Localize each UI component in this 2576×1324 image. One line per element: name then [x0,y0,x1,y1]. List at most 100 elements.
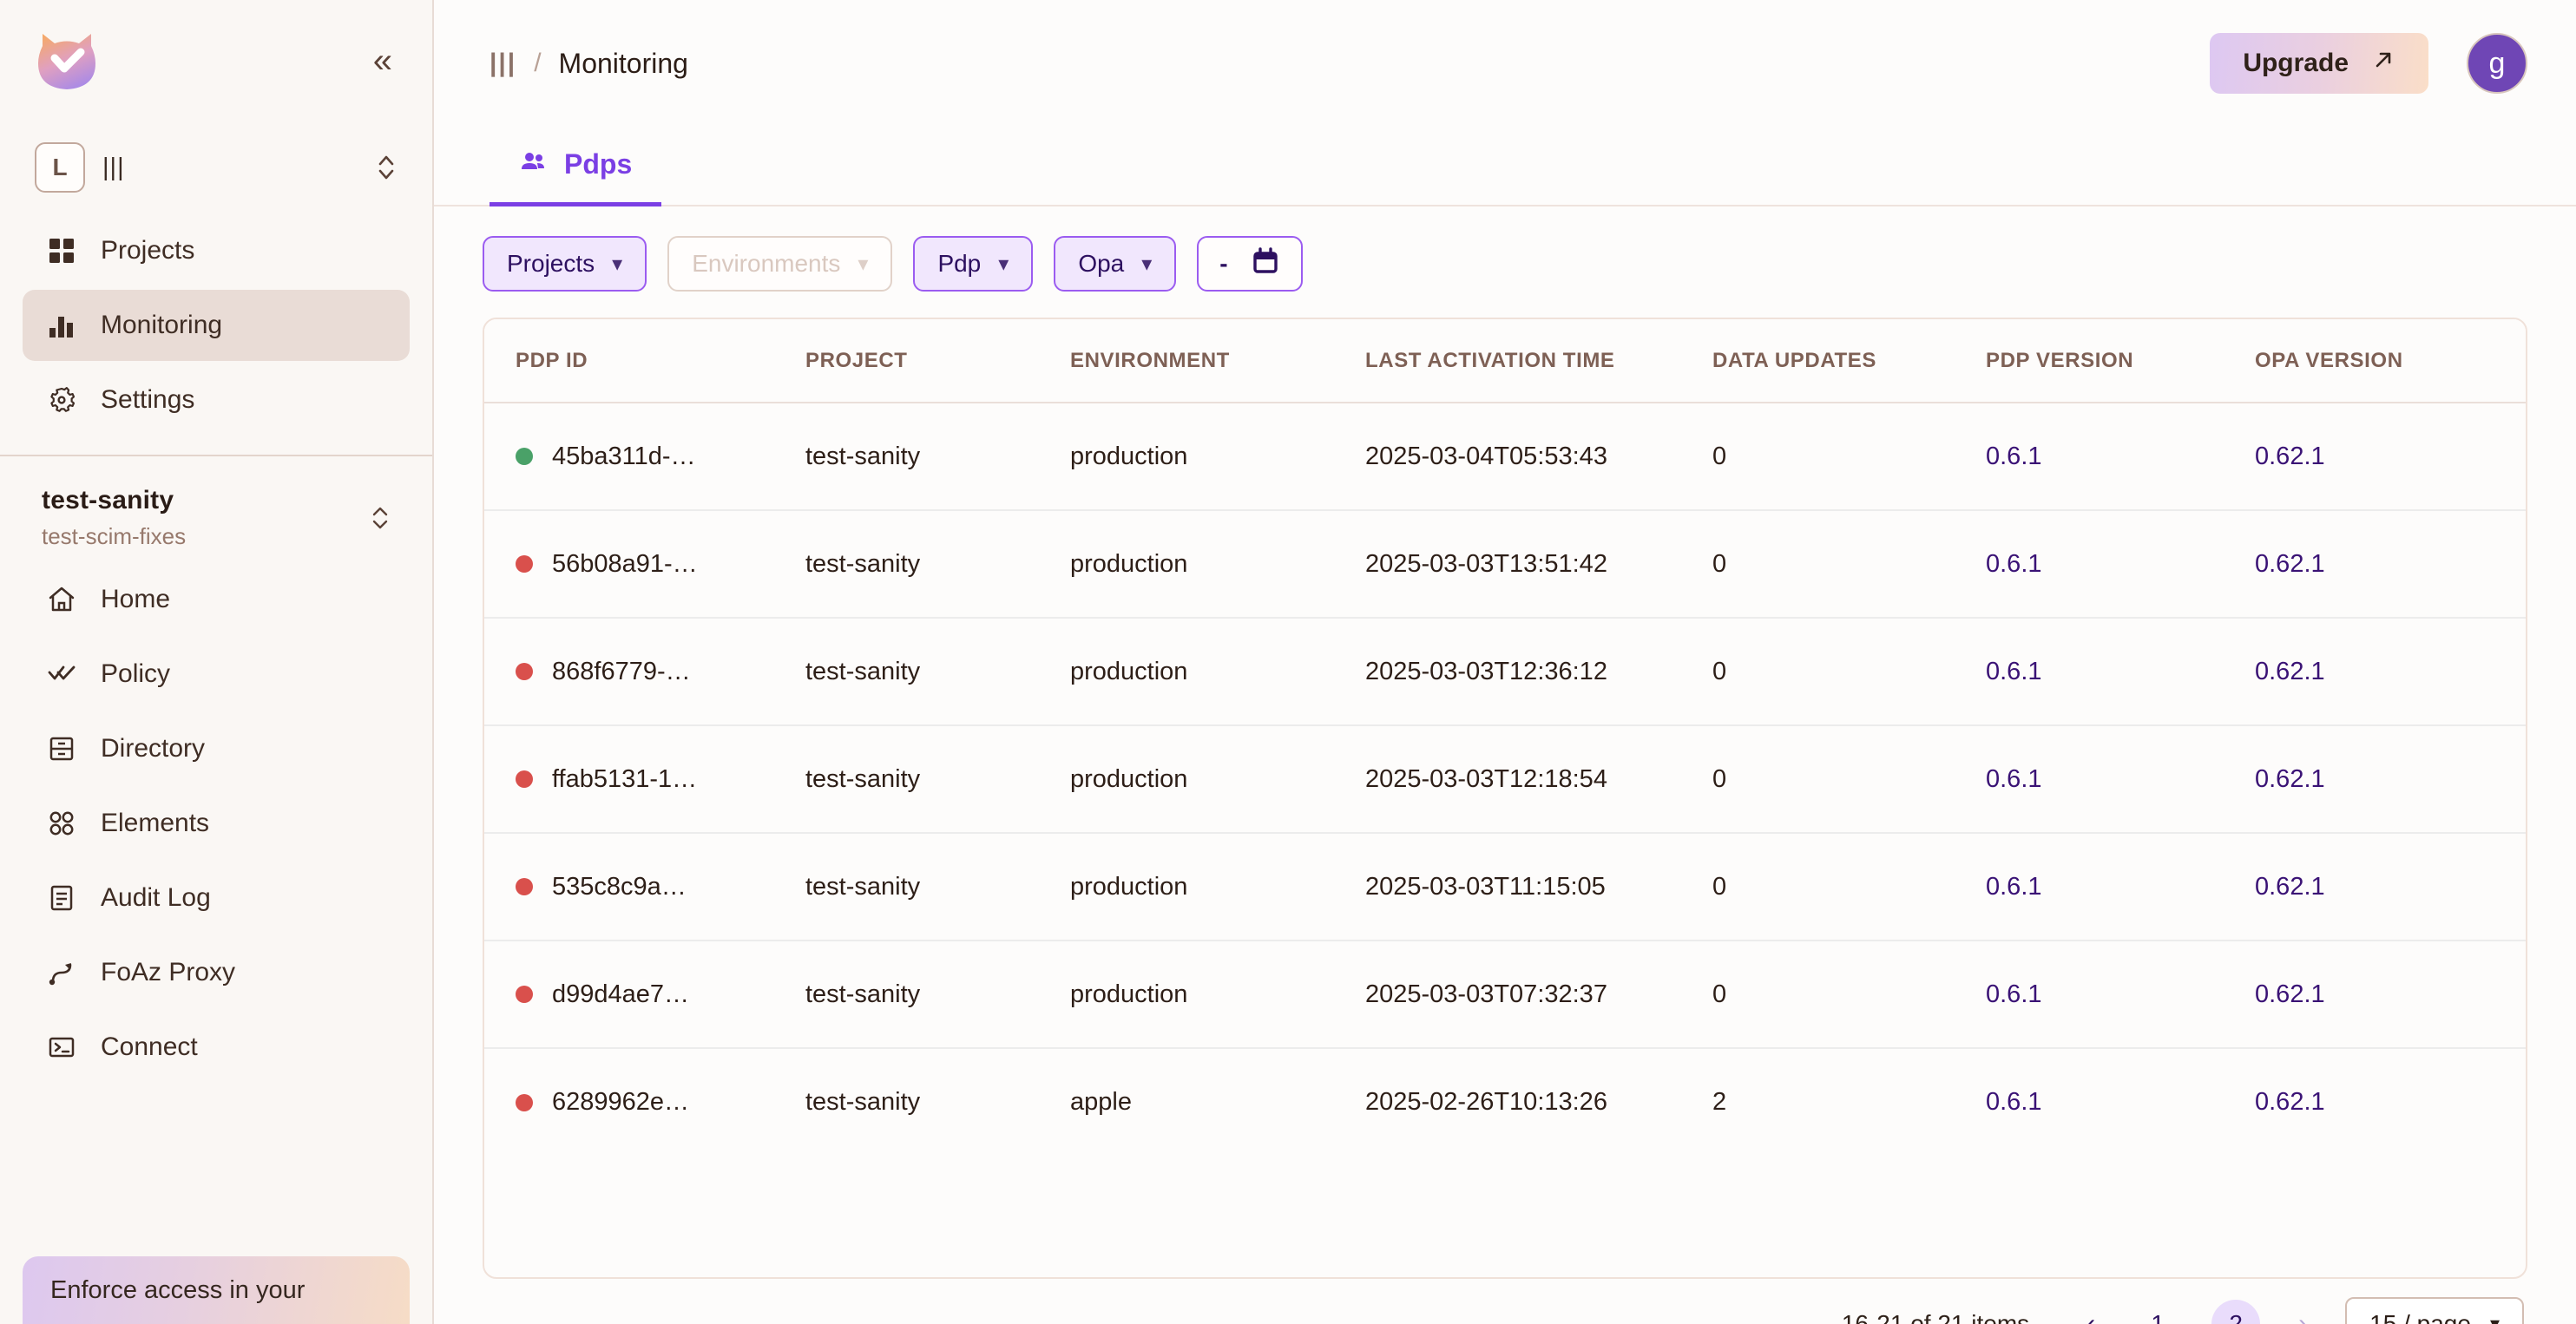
sidebar-item-directory[interactable]: Directory [23,713,410,784]
cell-opa-version[interactable]: 0.62.1 [2255,941,2526,1048]
permit-cat-logo-icon[interactable] [35,29,99,93]
cell-pdp-id: 45ba311d-… [484,403,805,510]
main-content: ||| / Monitoring Upgrade g Pdps Projects… [434,0,2576,1324]
elements-icon [45,807,78,840]
chevron-down-icon: ▾ [612,252,622,277]
pdps-table-card: PDP ID PROJECT ENVIRONMENT LAST ACTIVATI… [483,318,2527,1279]
promo-banner[interactable]: Enforce access in your [23,1256,410,1324]
status-dot [516,770,533,788]
cell-pdp-version[interactable]: 0.6.1 [1986,403,2255,510]
sidebar-item-projects[interactable]: Projects [23,215,410,286]
page-size-label: 15 / page [2369,1310,2471,1324]
cell-pdp-version[interactable]: 0.6.1 [1986,510,2255,618]
pdp-id-text: 6289962e… [552,1088,689,1117]
tab-bar: Pdps [434,127,2576,206]
sidebar-item-label: Settings [101,385,194,415]
filter-projects[interactable]: Projects ▾ [483,236,647,292]
sidebar-item-connect[interactable]: Connect [23,1012,410,1083]
promo-text: Enforce access in your [50,1276,305,1305]
sidebar-item-label: Elements [101,809,209,838]
sidebar-item-settings[interactable]: Settings [23,364,410,436]
table-row[interactable]: d99d4ae7…test-sanityproduction2025-03-03… [484,941,2526,1048]
sidebar-item-monitoring[interactable]: Monitoring [23,290,410,361]
calendar-icon [1251,246,1280,282]
chevron-left-icon[interactable]: ‹ [2078,1304,2104,1324]
cell-data-updates: 0 [1712,510,1986,618]
avatar-initial: g [2489,47,2506,81]
cell-opa-version[interactable]: 0.62.1 [2255,403,2526,510]
audit-log-icon [45,882,78,914]
cell-data-updates: 0 [1712,941,1986,1048]
cell-pdp-version[interactable]: 0.6.1 [1986,725,2255,833]
filter-environments[interactable]: Environments ▾ [667,236,892,292]
filter-date-range[interactable]: - [1197,236,1302,292]
cell-opa-version[interactable]: 0.62.1 [2255,725,2526,833]
sidebar-item-policy[interactable]: Policy [23,639,410,710]
pdp-id-text: 868f6779-… [552,658,691,686]
chevron-down-icon: ▾ [2490,1313,2500,1324]
cell-last-activation-time: 2025-03-03T07:32:37 [1365,941,1712,1048]
directory-icon [45,732,78,765]
collapse-sidebar-icon[interactable]: « [373,43,394,78]
pdp-id-text: 45ba311d-… [552,442,696,471]
tab-label: Pdps [564,148,632,180]
users-icon [519,147,547,182]
filter-pdp[interactable]: Pdp ▾ [913,236,1033,292]
cell-opa-version[interactable]: 0.62.1 [2255,618,2526,725]
project-selector[interactable]: test-sanity test-scim-fixes [0,456,432,559]
sidebar-item-audit-log[interactable]: Audit Log [23,862,410,934]
sidebar-item-foaz-proxy[interactable]: FoAz Proxy [23,937,410,1008]
pdp-id-text: d99d4ae7… [552,980,689,1009]
cell-pdp-version[interactable]: 0.6.1 [1986,833,2255,941]
cell-project: test-sanity [805,403,1070,510]
cell-opa-version[interactable]: 0.62.1 [2255,1048,2526,1156]
cell-environment: production [1070,725,1365,833]
table-row[interactable]: 868f6779-…test-sanityproduction2025-03-0… [484,618,2526,725]
page-button-2[interactable]: 2 [2211,1300,2260,1324]
upgrade-button[interactable]: Upgrade [2210,33,2428,94]
table-row[interactable]: ffab5131-1…test-sanityproduction2025-03-… [484,725,2526,833]
table-row[interactable]: 56b08a91-…test-sanityproduction2025-03-0… [484,510,2526,618]
cell-pdp-version[interactable]: 0.6.1 [1986,1048,2255,1156]
status-dot [516,663,533,680]
col-data-updates: DATA UPDATES [1712,319,1986,403]
table-row[interactable]: 6289962e…test-sanityapple2025-02-26T10:1… [484,1048,2526,1156]
sidebar-item-label: Directory [101,734,205,764]
cell-pdp-version[interactable]: 0.6.1 [1986,618,2255,725]
breadcrumb: ||| / Monitoring [490,48,2210,80]
status-dot [516,986,533,1003]
sidebar-item-home[interactable]: Home [23,564,410,635]
breadcrumb-separator: / [534,49,541,78]
table-row[interactable]: 535c8c9a…test-sanityproduction2025-03-03… [484,833,2526,941]
cell-project: test-sanity [805,618,1070,725]
cell-pdp-id: 6289962e… [484,1048,805,1156]
cell-last-activation-time: 2025-03-03T13:51:42 [1365,510,1712,618]
workspace-selector[interactable]: L ||| [35,139,398,196]
status-dot [516,1094,533,1111]
cell-opa-version[interactable]: 0.62.1 [2255,510,2526,618]
breadcrumb-root[interactable]: ||| [490,49,516,78]
cell-pdp-version[interactable]: 0.6.1 [1986,941,2255,1048]
col-project: PROJECT [805,319,1070,403]
sidebar-item-label: Home [101,585,170,614]
table-row[interactable]: 45ba311d-…test-sanityproduction2025-03-0… [484,403,2526,510]
tab-pdps[interactable]: Pdps [490,127,661,206]
col-pdp-version: PDP VERSION [1986,319,2255,403]
chevron-down-icon: ▾ [998,252,1009,277]
filter-bar: Projects ▾ Environments ▾ Pdp ▾ Opa ▾ - [434,206,2576,318]
chevron-right-icon[interactable]: › [2290,1304,2316,1324]
sidebar-item-elements[interactable]: Elements [23,788,410,859]
filter-label: Pdp [937,250,981,278]
col-pdp-id: PDP ID [484,319,805,403]
page-size-selector[interactable]: 15 / page ▾ [2345,1297,2524,1324]
sidebar-item-label: Connect [101,1032,198,1062]
terminal-icon [45,1031,78,1064]
avatar[interactable]: g [2467,33,2527,94]
cell-opa-version[interactable]: 0.62.1 [2255,833,2526,941]
top-bar: ||| / Monitoring Upgrade g [434,0,2576,127]
grid-icon [45,234,78,267]
route-icon [45,956,78,989]
filter-opa[interactable]: Opa ▾ [1054,236,1176,292]
page-button-1[interactable]: 1 [2133,1300,2182,1324]
pagination: 16-21 of 21 items ‹ 1 2 › 15 / page ▾ [434,1279,2576,1324]
